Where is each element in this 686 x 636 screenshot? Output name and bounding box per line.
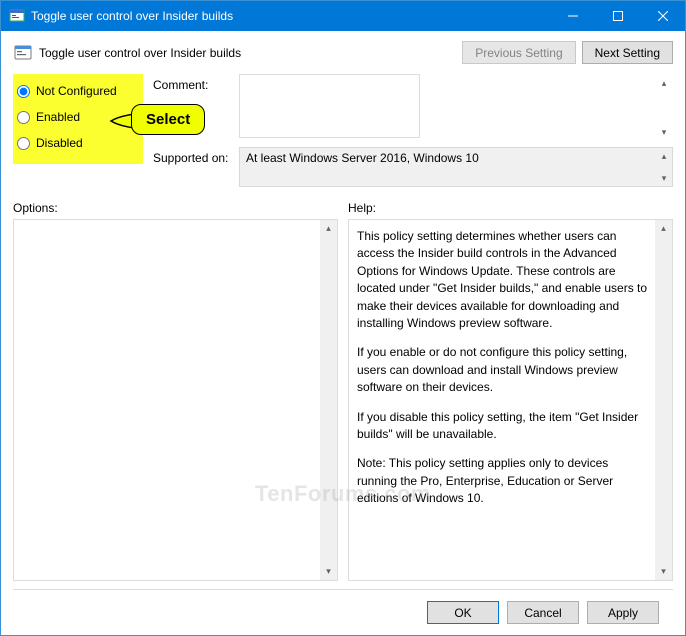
apply-button[interactable]: Apply (587, 601, 659, 624)
window-title: Toggle user control over Insider builds (31, 9, 550, 23)
ok-button[interactable]: OK (427, 601, 499, 624)
header-row: Toggle user control over Insider builds … (13, 41, 673, 64)
help-label: Help: (348, 201, 673, 215)
previous-setting-button[interactable]: Previous Setting (462, 41, 575, 64)
radio-not-configured-input[interactable] (17, 85, 30, 98)
policy-title: Toggle user control over Insider builds (39, 46, 462, 60)
radio-enabled-label: Enabled (36, 110, 80, 124)
help-p2: If you enable or do not configure this p… (357, 344, 650, 396)
radio-not-configured-label: Not Configured (36, 84, 117, 98)
dialog-footer: OK Cancel Apply (13, 589, 673, 635)
comment-scroll: ▴▾ (656, 75, 672, 140)
close-button[interactable] (640, 1, 685, 31)
dialog-window: Toggle user control over Insider builds … (0, 0, 686, 636)
callout-label: Select (131, 104, 205, 135)
radio-disabled-label: Disabled (36, 136, 83, 150)
comment-row: Comment: ▴▾ (153, 74, 673, 141)
help-p4: Note: This policy setting applies only t… (357, 455, 650, 507)
cancel-button[interactable]: Cancel (507, 601, 579, 624)
titlebar[interactable]: Toggle user control over Insider builds (1, 1, 685, 31)
policy-icon (13, 43, 33, 63)
options-column: Options: ▴▾ (13, 201, 338, 581)
select-callout: Select (131, 104, 205, 135)
config-row: Not Configured Enabled Disabled (13, 74, 673, 187)
next-setting-button[interactable]: Next Setting (582, 41, 673, 64)
dialog-body: Toggle user control over Insider builds … (1, 31, 685, 635)
options-label: Options: (13, 201, 338, 215)
radio-enabled-input[interactable] (17, 111, 30, 124)
radio-column: Not Configured Enabled Disabled (13, 74, 143, 187)
radio-disabled-input[interactable] (17, 137, 30, 150)
help-scrollbar[interactable]: ▴▾ (655, 220, 672, 580)
supported-value: At least Windows Server 2016, Windows 10 (239, 147, 673, 187)
supported-label: Supported on: (153, 147, 233, 187)
comment-input[interactable] (239, 74, 420, 138)
nav-buttons: Previous Setting Next Setting (462, 41, 673, 64)
maximize-button[interactable] (595, 1, 640, 31)
app-icon (9, 8, 25, 24)
help-column: Help: This policy setting determines whe… (348, 201, 673, 581)
supported-row: Supported on: At least Windows Server 20… (153, 147, 673, 187)
help-panel: This policy setting determines whether u… (348, 219, 673, 581)
fields-column: Comment: ▴▾ Supported on: At least Windo… (153, 74, 673, 187)
options-scrollbar[interactable]: ▴▾ (320, 220, 337, 580)
help-p1: This policy setting determines whether u… (357, 228, 650, 332)
help-p3: If you disable this policy setting, the … (357, 409, 650, 444)
minimize-button[interactable] (550, 1, 595, 31)
radio-not-configured[interactable]: Not Configured (15, 78, 141, 104)
lower-columns: Options: ▴▾ Help: This policy setting de… (13, 201, 673, 581)
options-panel: ▴▾ (13, 219, 338, 581)
